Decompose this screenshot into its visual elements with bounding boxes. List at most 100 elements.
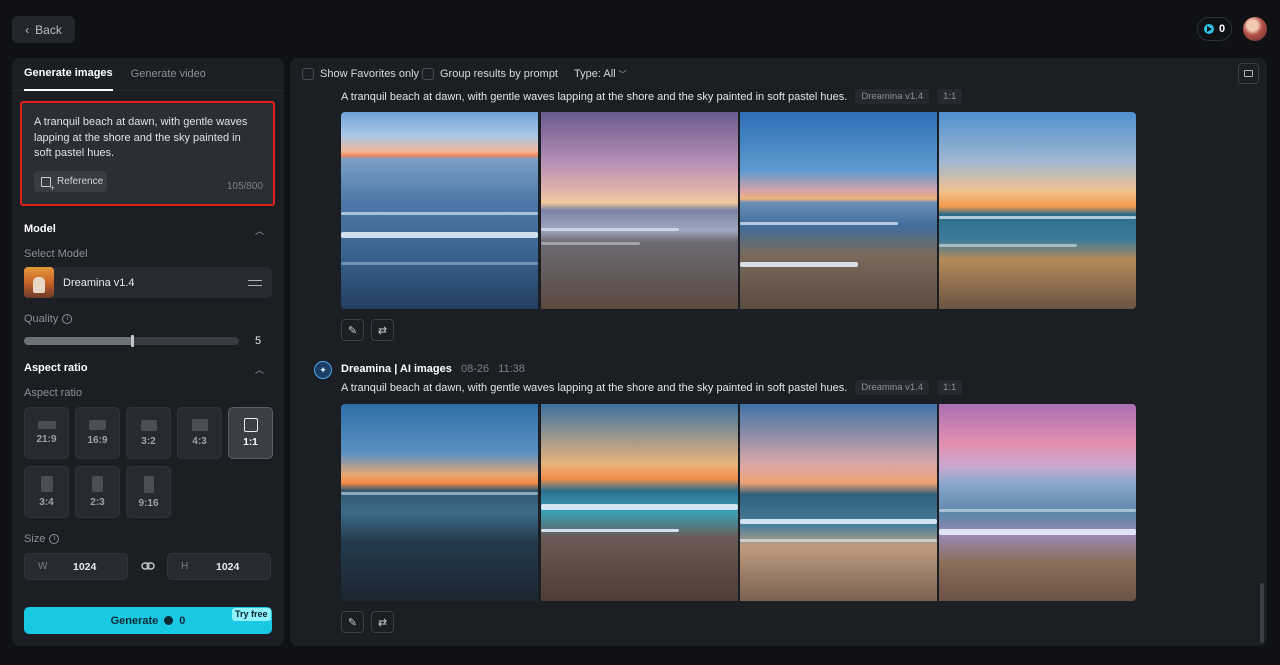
quality-slider-handle[interactable]	[130, 335, 134, 347]
wave-foam	[541, 504, 738, 510]
width-field-label: W	[38, 561, 48, 572]
credits-badge[interactable]: 0	[1197, 17, 1232, 41]
edit-icon: ✎	[347, 616, 358, 629]
link-icon[interactable]	[141, 561, 155, 571]
dreamina-logo-icon: ✦	[314, 361, 332, 379]
reference-button[interactable]: Reference	[34, 171, 107, 193]
results-panel: Show Favorites only Group results by pro…	[290, 58, 1267, 646]
generation-settings-panel: Generate images Generate video A tranqui…	[12, 58, 284, 646]
width-value[interactable]: 1024	[73, 561, 96, 573]
regenerate-icon: ⇄	[377, 616, 388, 629]
prompt-input[interactable]: A tranquil beach at dawn, with gentle wa…	[20, 101, 275, 206]
ratio-3-4[interactable]: 3:4	[24, 466, 69, 518]
edit-button[interactable]: ✎	[341, 611, 364, 633]
model-name: Dreamina v1.4	[63, 276, 135, 289]
wave-foam	[939, 216, 1136, 219]
back-button[interactable]: ‹ Back	[12, 16, 75, 43]
aspect-ratio-label: Aspect ratio	[24, 387, 83, 399]
model-chip: Dreamina v1.4	[855, 89, 930, 104]
ratio-chip: 1:1	[937, 380, 963, 395]
tab-generate-video[interactable]: Generate video	[131, 58, 206, 91]
height-field-label: H	[181, 561, 189, 572]
edit-button[interactable]: ✎	[341, 319, 364, 341]
wave-foam	[939, 509, 1136, 512]
quality-label-text: Quality	[24, 313, 59, 325]
model-heading: Model	[24, 223, 56, 235]
ratio-label: 3:4	[39, 497, 54, 508]
results-toolbar: Show Favorites only Group results by pro…	[290, 58, 1267, 90]
generated-image[interactable]	[341, 112, 538, 309]
avatar[interactable]	[1243, 17, 1267, 41]
ratio-4-3-icon	[191, 419, 208, 431]
ratio-16-9[interactable]: 16:9	[75, 407, 120, 459]
quality-label: Quality i	[24, 313, 73, 325]
back-label: Back	[35, 22, 62, 37]
tab-bar: Generate images Generate video	[12, 58, 284, 91]
edit-icon: ✎	[347, 324, 358, 337]
generated-image[interactable]	[541, 404, 738, 601]
ratio-21-9[interactable]: 21:9	[24, 407, 69, 459]
ratio-label: 1:1	[243, 437, 258, 448]
quality-slider[interactable]	[24, 335, 239, 347]
reference-label: Reference	[57, 176, 104, 187]
tune-icon[interactable]	[248, 277, 262, 289]
wave-foam	[939, 529, 1136, 535]
ratio-1-1[interactable]: 1:1	[228, 407, 273, 459]
width-field[interactable]: W 1024	[24, 553, 128, 580]
quality-value: 5	[255, 335, 262, 347]
info-icon[interactable]: i	[49, 534, 60, 545]
ratio-3-2-icon	[140, 419, 157, 431]
group-by-prompt-checkbox[interactable]	[422, 68, 434, 80]
regenerate-button[interactable]: ⇄	[371, 319, 394, 341]
coin-icon	[1203, 24, 1214, 34]
model-chip: Dreamina v1.4	[855, 380, 930, 395]
ratio-2-3[interactable]: 2:3	[75, 466, 120, 518]
model-select[interactable]: Dreamina v1.4	[24, 267, 272, 298]
result-prompt-text[interactable]: A tranquil beach at dawn, with gentle wa…	[341, 91, 847, 103]
char-count: 105/800	[226, 181, 263, 192]
group-date: 08-26	[460, 363, 490, 375]
regenerate-button[interactable]: ⇄	[371, 611, 394, 633]
favorites-checkbox[interactable]	[302, 68, 314, 80]
generated-image[interactable]	[740, 404, 937, 601]
coin-icon	[164, 616, 174, 625]
ratio-3-4-icon	[40, 476, 53, 492]
wave-foam	[541, 242, 640, 245]
generated-image[interactable]	[341, 404, 538, 601]
ratio-3-2[interactable]: 3:2	[126, 407, 171, 459]
quality-slider-fill	[24, 337, 132, 345]
info-icon[interactable]: i	[62, 314, 73, 325]
ratio-chip: 1:1	[937, 89, 963, 104]
height-value[interactable]: 1024	[216, 561, 239, 573]
generated-image[interactable]	[939, 112, 1136, 309]
type-filter[interactable]: Type: All ﹀	[574, 68, 627, 80]
size-label-text: Size	[24, 533, 46, 545]
ratio-9-16[interactable]: 9:16	[126, 466, 171, 518]
scrollbar[interactable]	[1260, 583, 1264, 643]
group-by-prompt-label[interactable]: Group results by prompt	[440, 68, 558, 80]
wave-foam	[341, 262, 538, 265]
generated-image[interactable]	[939, 404, 1136, 601]
wave-foam	[740, 519, 937, 524]
generated-image[interactable]	[541, 112, 738, 309]
model-thumbnail	[24, 267, 54, 298]
folder-button[interactable]	[1238, 63, 1259, 84]
tab-generate-images[interactable]: Generate images	[24, 58, 113, 91]
prompt-text[interactable]: A tranquil beach at dawn, with gentle wa…	[34, 115, 259, 162]
ratio-label: 3:2	[141, 435, 156, 447]
generated-image[interactable]	[740, 112, 937, 309]
ratio-9-16-icon	[143, 475, 154, 493]
chevron-left-icon: ‹	[25, 22, 30, 37]
wave-foam	[341, 212, 538, 215]
result-prompt-text[interactable]: A tranquil beach at dawn, with gentle wa…	[341, 382, 847, 394]
ratio-1-1-icon	[243, 418, 258, 432]
height-field[interactable]: H 1024	[167, 553, 271, 580]
wave-foam	[740, 262, 859, 267]
ratio-4-3[interactable]: 4:3	[177, 407, 222, 459]
ratio-label: 2:3	[90, 497, 105, 508]
favorites-label[interactable]: Show Favorites only	[320, 68, 419, 80]
ratio-label: 21:9	[36, 434, 57, 445]
wave-foam	[341, 232, 538, 238]
chevron-up-icon[interactable]: ︿	[255, 363, 264, 376]
chevron-up-icon[interactable]: ︿	[255, 224, 264, 237]
